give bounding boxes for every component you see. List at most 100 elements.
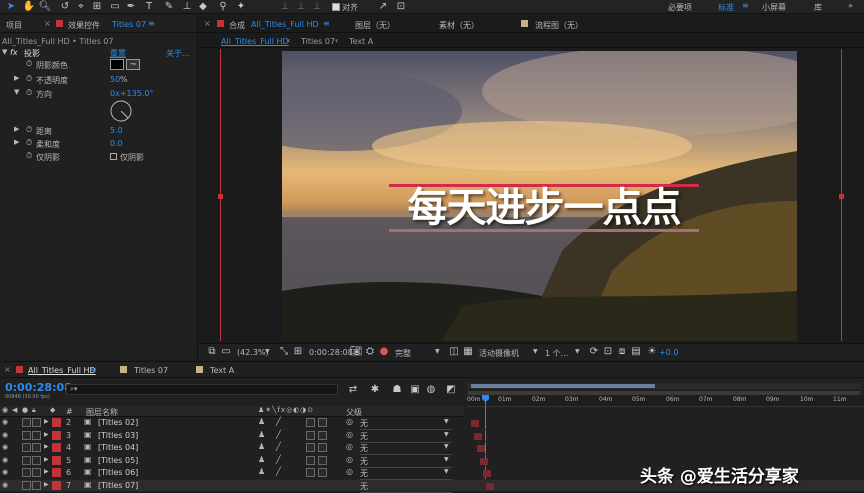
chevron-down-icon[interactable]: ▼: [14, 88, 19, 96]
layer-bar[interactable]: [483, 470, 491, 477]
chevron-down-icon[interactable]: ▼: [444, 443, 449, 450]
layer-label-color[interactable]: [52, 455, 61, 465]
lock-icon[interactable]: 🔒︎: [32, 406, 36, 415]
motion-blur-switch[interactable]: [318, 443, 327, 452]
layer-name[interactable]: [Titles 04]: [98, 443, 138, 452]
pick-whip-icon[interactable]: ◎: [346, 455, 353, 464]
timeline-tab-close-icon[interactable]: ×: [4, 365, 11, 374]
collapse-switch-icon[interactable]: ♟: [258, 417, 265, 426]
layer-label-color[interactable]: [52, 430, 61, 440]
visibility-eye-icon[interactable]: ◉: [2, 481, 8, 489]
layer-label-color[interactable]: [52, 443, 61, 452]
expand-chevron-icon[interactable]: ▶: [44, 456, 49, 463]
crumb-text-a[interactable]: Text A: [349, 37, 373, 46]
fx-switch[interactable]: [306, 455, 315, 465]
snap-options-icon[interactable]: ⊡: [394, 0, 408, 14]
fast-preview-icon[interactable]: ⊡: [601, 345, 615, 359]
flowchart-viewer-tab[interactable]: 流程图（无）: [535, 20, 583, 31]
softness-value[interactable]: 0.0: [110, 139, 123, 148]
layer-label-color[interactable]: [52, 480, 61, 490]
pick-whip-icon[interactable]: ◎: [346, 467, 353, 476]
comp-panel-menu-icon[interactable]: ≡: [323, 19, 330, 28]
time-ruler[interactable]: 00m 01m 02m 03m 04m 05m 06m 07m 08m 09m …: [467, 395, 864, 407]
quality-switch-icon[interactable]: ╱: [276, 430, 281, 439]
brush-tool-icon[interactable]: ✎: [162, 0, 176, 14]
pick-whip-icon[interactable]: ◎: [346, 442, 353, 451]
layer-bar[interactable]: [471, 420, 479, 427]
axis-world-icon[interactable]: ⊥: [294, 0, 308, 14]
axis-view-icon[interactable]: ⊥: [310, 0, 324, 14]
visibility-eye-icon[interactable]: ◉: [2, 443, 8, 451]
pen-tool-icon[interactable]: ✒: [124, 0, 138, 14]
comp-tab-name[interactable]: All_Titles_Full HD: [251, 20, 319, 29]
visibility-eye-icon[interactable]: ◉: [2, 468, 8, 476]
rotate-tool-icon[interactable]: ↺: [58, 0, 72, 14]
eraser-tool-icon[interactable]: ◆: [196, 0, 210, 14]
workspace-essentials[interactable]: 必要项: [668, 2, 692, 13]
pick-whip-icon[interactable]: ◎: [346, 417, 353, 426]
puppet-tool-icon[interactable]: ✦: [234, 0, 248, 14]
effect-about-button[interactable]: 关于...: [166, 48, 190, 59]
quality-switch-icon[interactable]: ╱: [276, 467, 281, 476]
quality-dropdown[interactable]: 完整: [395, 348, 411, 359]
timeline-tab-texta[interactable]: Text A: [210, 366, 234, 375]
snapshot-icon[interactable]: 📷︎: [349, 345, 363, 359]
crumb-titles[interactable]: Titles 07: [301, 37, 335, 46]
lock-toggle[interactable]: [32, 430, 41, 440]
monitor-icon[interactable]: ▭: [219, 345, 233, 359]
layer-name[interactable]: [Titles 06]: [98, 468, 138, 477]
timeline-timecode[interactable]: 0:00:28:08: [5, 381, 72, 394]
solo-toggle[interactable]: [22, 455, 31, 465]
chevron-right-icon[interactable]: ▶: [14, 138, 19, 146]
layer-bar[interactable]: [486, 482, 494, 490]
color-channel-icon[interactable]: ●: [377, 345, 391, 359]
draft-3d-icon[interactable]: ✱: [368, 383, 382, 397]
expand-chevron-icon[interactable]: ▶: [44, 481, 49, 488]
solo-toggle[interactable]: [22, 418, 31, 427]
timeline-icon[interactable]: ▤: [629, 345, 643, 359]
always-preview-icon[interactable]: ⧉: [205, 345, 219, 359]
visibility-eye-icon[interactable]: ◉: [2, 418, 8, 426]
fit-icon[interactable]: ⤡: [277, 345, 291, 359]
viewer-timecode[interactable]: 0:00:28:08: [309, 348, 353, 357]
fx-icon[interactable]: fx: [10, 48, 18, 57]
tab-effect-controls-layer[interactable]: Titles 07: [112, 20, 146, 29]
visibility-eye-icon[interactable]: ◉: [2, 431, 8, 439]
layer-search-input[interactable]: ⌕▾: [66, 384, 338, 395]
layer-bar[interactable]: [480, 457, 488, 465]
chevron-down-icon[interactable]: ▼: [444, 468, 449, 475]
pan-behind-tool-icon[interactable]: ⊞: [90, 0, 104, 14]
motion-blur-switch[interactable]: [318, 455, 327, 465]
axis-local-icon[interactable]: ⊥: [278, 0, 292, 14]
flowchart-icon[interactable]: ⧈: [615, 345, 629, 359]
collapse-switch-icon[interactable]: ♟: [258, 442, 265, 451]
parent-dropdown[interactable]: 无: [360, 443, 452, 455]
motion-blur-switch[interactable]: [318, 430, 327, 440]
shy-layers-icon[interactable]: ☗: [390, 383, 404, 397]
reset-exposure-icon[interactable]: ⟳: [587, 345, 601, 359]
motion-blur-switch[interactable]: [318, 418, 327, 427]
camera-dropdown[interactable]: 活动摄像机: [479, 348, 519, 359]
views-dropdown[interactable]: 1 个...: [545, 348, 568, 359]
transparency-grid-icon[interactable]: ▦: [461, 345, 475, 359]
workspace-small-screen[interactable]: 小屏幕: [762, 2, 786, 13]
stopwatch-icon[interactable]: ⏱︎: [26, 88, 32, 98]
navigator-range[interactable]: [471, 384, 655, 388]
shadow-only-checkbox[interactable]: [110, 153, 117, 160]
lock-toggle[interactable]: [32, 455, 41, 465]
fx-switch[interactable]: [306, 430, 315, 440]
shadow-color-swatch[interactable]: [110, 59, 124, 70]
frame-blending-icon[interactable]: ▣: [408, 383, 422, 397]
stopwatch-icon[interactable]: ⏱︎: [26, 125, 32, 135]
align-checkbox[interactable]: [332, 3, 340, 11]
tab-effect-controls[interactable]: 效果控件: [68, 20, 100, 31]
collapse-switch-icon[interactable]: ♟: [258, 467, 265, 476]
parent-dropdown[interactable]: 无: [360, 456, 452, 468]
motion-blur-switch[interactable]: [318, 468, 327, 477]
selection-tool-icon[interactable]: ➤: [4, 0, 18, 14]
stopwatch-icon[interactable]: ⏱︎: [26, 74, 32, 84]
workspace-library[interactable]: 库: [814, 2, 822, 13]
tab-close-icon[interactable]: ×: [44, 19, 51, 28]
chevron-right-icon[interactable]: ▶: [14, 74, 19, 82]
hand-tool-icon[interactable]: ✋: [22, 0, 36, 14]
